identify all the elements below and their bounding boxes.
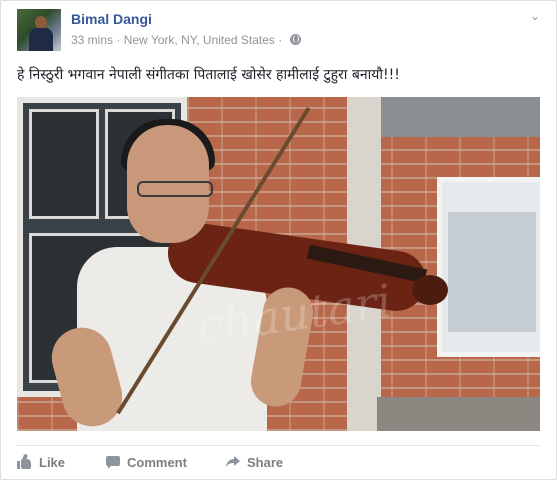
share-label: Share xyxy=(247,454,284,470)
photo-window-pane xyxy=(29,109,99,219)
like-button[interactable]: Like xyxy=(17,451,65,473)
comment-label: Comment xyxy=(127,454,187,470)
meta-separator-2: · xyxy=(278,33,283,47)
comment-button[interactable]: Comment xyxy=(105,451,187,473)
photo-window-right xyxy=(437,177,540,357)
photo-window-glass xyxy=(448,212,536,332)
chevron-down-icon[interactable]: ⌄ xyxy=(528,9,542,23)
like-label: Like xyxy=(39,454,66,470)
photo-violin-scroll xyxy=(412,275,448,305)
comment-icon xyxy=(105,454,121,470)
share-button[interactable]: Share xyxy=(225,451,283,473)
action-bar: Like Comment Share xyxy=(17,451,540,473)
post-meta: 33 mins · New York, NY, United States · xyxy=(71,33,301,47)
post-text: हे निस्ठुरी भगवान नेपाली संगीतका पितालाई… xyxy=(17,67,400,83)
post-location[interactable]: New York, NY, United States xyxy=(124,33,275,47)
avatar[interactable] xyxy=(17,9,61,51)
share-icon xyxy=(225,454,241,470)
photo-roof xyxy=(381,97,540,137)
post-card: Bimal Dangi 33 mins · New York, NY, Unit… xyxy=(0,0,557,480)
globe-icon[interactable] xyxy=(289,34,301,45)
like-icon xyxy=(17,453,33,470)
photo-man-glasses xyxy=(137,181,213,197)
post-photo[interactable]: chautari xyxy=(17,97,540,431)
post-time[interactable]: 33 mins xyxy=(71,33,113,47)
photo-ground xyxy=(377,397,540,431)
avatar-body xyxy=(29,28,53,51)
author-name[interactable]: Bimal Dangi xyxy=(71,11,152,27)
action-divider xyxy=(17,445,540,446)
meta-separator: · xyxy=(116,33,121,47)
